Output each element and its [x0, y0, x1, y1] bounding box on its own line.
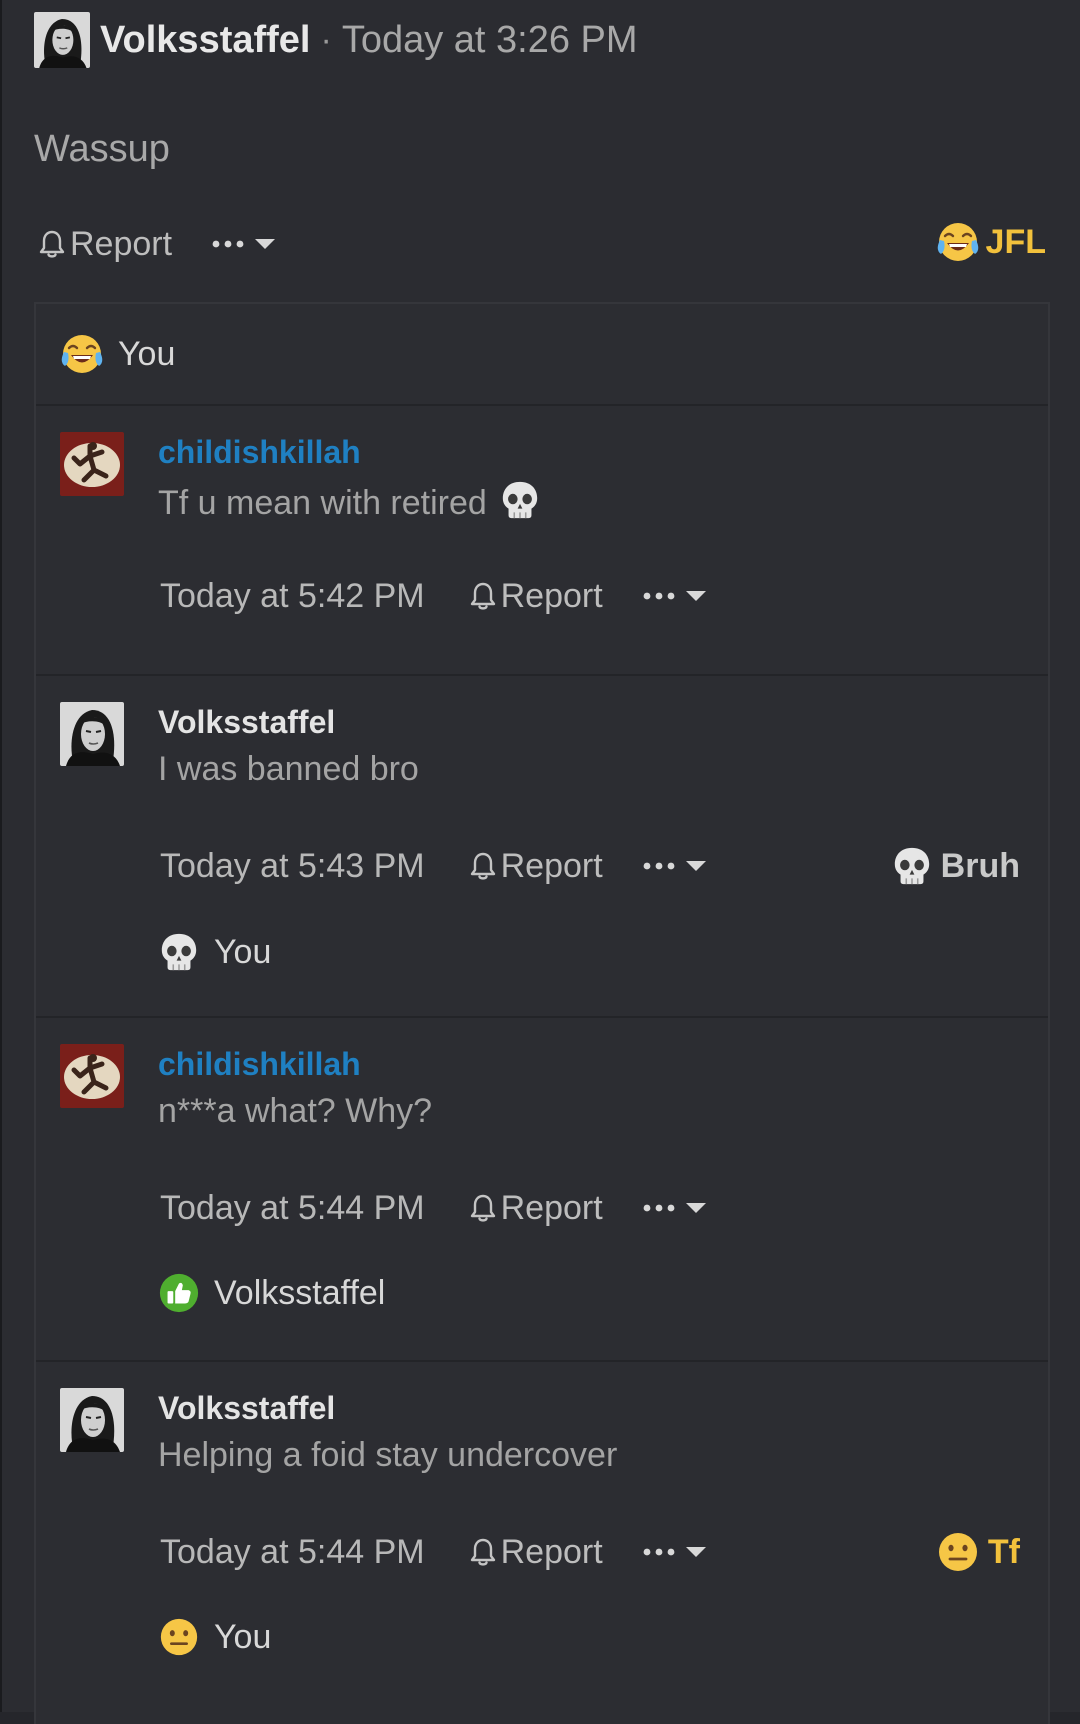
bell-icon	[469, 581, 497, 611]
comment-timestamp[interactable]: Today at 5:43 PM	[160, 847, 425, 886]
comment-body: Helping a foid stay undercover	[158, 1436, 617, 1475]
comment-author[interactable]: Volksstaffel	[158, 1390, 335, 1427]
avatar-image	[60, 432, 124, 496]
more-dots-icon	[643, 861, 675, 871]
left-border	[0, 0, 2, 1712]
chevron-down-icon	[685, 1545, 707, 1559]
avatar-image	[60, 1388, 124, 1452]
report-label: Report	[500, 576, 603, 615]
report-label: Report	[500, 1188, 603, 1227]
report-label: Report	[70, 224, 173, 263]
more-options-button[interactable]	[643, 859, 707, 873]
avatar[interactable]	[60, 1388, 124, 1452]
avatar[interactable]	[60, 432, 124, 496]
reactor-name: You	[214, 1617, 272, 1656]
avatar-image	[60, 702, 124, 766]
more-dots-icon	[212, 239, 244, 249]
bell-icon	[469, 851, 497, 881]
comment-text: Tf u mean with retired	[158, 484, 487, 522]
avatar[interactable]	[60, 702, 124, 766]
reactor-item[interactable]: You	[158, 1616, 271, 1658]
comment-timestamp[interactable]: Today at 5:42 PM	[160, 577, 425, 616]
laughing-crying-emoji-icon	[60, 332, 104, 376]
more-dots-icon	[643, 591, 675, 601]
comment-author[interactable]: childishkillah	[158, 434, 361, 471]
reactor-item[interactable]: You	[60, 332, 175, 376]
more-options-button[interactable]	[643, 589, 707, 603]
post-reactors-row[interactable]: You	[36, 304, 1048, 406]
comment-item: childishkillah n***a what? Why? Today at…	[36, 1018, 1048, 1362]
comment-action-bar: Today at 5:42 PM Report	[160, 574, 707, 618]
avatar[interactable]	[60, 1044, 124, 1108]
post-body: Wassup	[34, 128, 170, 170]
avatar-image	[34, 12, 90, 68]
reaction-label: Tf	[987, 1532, 1020, 1571]
comments-box: You childishkillah Tf u mean with retire…	[34, 302, 1050, 1724]
comment-author[interactable]: Volksstaffel	[158, 704, 335, 741]
post-separator: ·	[320, 20, 332, 59]
report-label: Report	[500, 846, 603, 885]
chevron-down-icon	[254, 237, 276, 251]
comment-body: Tf u mean with retired	[158, 484, 541, 523]
report-button[interactable]: Report	[469, 847, 603, 886]
reaction-label: Bruh	[940, 846, 1020, 885]
neutral-face-emoji-icon	[936, 1530, 980, 1574]
report-button[interactable]: Report	[469, 577, 603, 616]
report-label: Report	[500, 1532, 603, 1571]
comment-item: Volksstaffel Helping a foid stay underco…	[36, 1362, 1048, 1724]
avatar-image	[60, 1044, 124, 1108]
comment-action-bar: Today at 5:43 PM Report	[160, 844, 707, 888]
comment-text: I was banned bro	[158, 750, 419, 788]
reaction-label: JFL	[985, 222, 1046, 261]
comment-action-bar: Today at 5:44 PM Report	[160, 1186, 707, 1230]
thumbs-up-icon	[158, 1272, 200, 1314]
reactor-name: Volksstaffel	[214, 1273, 386, 1312]
more-options-button[interactable]	[643, 1545, 707, 1559]
bell-icon	[38, 229, 66, 259]
comment-reaction-summary[interactable]: Bruh	[891, 844, 1020, 888]
report-button[interactable]: Report	[469, 1533, 603, 1572]
post-timestamp[interactable]: Today at 3:26 PM	[342, 19, 638, 62]
report-button[interactable]: Report	[38, 225, 172, 264]
skull-emoji-icon	[891, 844, 933, 888]
skull-emoji-icon	[158, 930, 200, 974]
post-action-bar: Report	[38, 222, 276, 266]
chevron-down-icon	[685, 1201, 707, 1215]
chevron-down-icon	[685, 859, 707, 873]
laughing-crying-emoji-icon	[936, 220, 980, 264]
comment-reaction-summary[interactable]: Tf	[936, 1530, 1020, 1574]
more-options-button[interactable]	[212, 237, 276, 251]
post-reaction-summary[interactable]: JFL	[936, 220, 1046, 264]
reactor-item[interactable]: You	[158, 930, 271, 974]
more-dots-icon	[643, 1547, 675, 1557]
comment-body: n***a what? Why?	[158, 1092, 432, 1131]
neutral-face-emoji-icon	[158, 1616, 200, 1658]
comment-item: childishkillah Tf u mean with retired To…	[36, 406, 1048, 676]
comment-text: Helping a foid stay undercover	[158, 1436, 618, 1474]
skull-emoji-icon	[499, 477, 541, 523]
comment-author[interactable]: childishkillah	[158, 1046, 361, 1083]
comment-timestamp[interactable]: Today at 5:44 PM	[160, 1533, 425, 1572]
more-dots-icon	[643, 1203, 675, 1213]
post-author[interactable]: Volksstaffel	[100, 19, 310, 62]
reactor-item[interactable]: Volksstaffel	[158, 1272, 385, 1314]
post-header: Volksstaffel · Today at 3:26 PM	[34, 12, 638, 68]
report-button[interactable]: Report	[469, 1189, 603, 1228]
chevron-down-icon	[685, 589, 707, 603]
comment-item: Volksstaffel I was banned bro Today at 5…	[36, 676, 1048, 1018]
bell-icon	[469, 1537, 497, 1567]
comment-timestamp[interactable]: Today at 5:44 PM	[160, 1189, 425, 1228]
avatar[interactable]	[34, 12, 90, 68]
more-options-button[interactable]	[643, 1201, 707, 1215]
reactor-name: You	[214, 932, 272, 971]
thread-view: Volksstaffel · Today at 3:26 PM Wassup R…	[0, 0, 1080, 1724]
comment-text: n***a what? Why?	[158, 1092, 433, 1130]
comment-body: I was banned bro	[158, 750, 419, 789]
bell-icon	[469, 1193, 497, 1223]
comment-action-bar: Today at 5:44 PM Report	[160, 1530, 707, 1574]
reactor-name: You	[118, 334, 176, 373]
